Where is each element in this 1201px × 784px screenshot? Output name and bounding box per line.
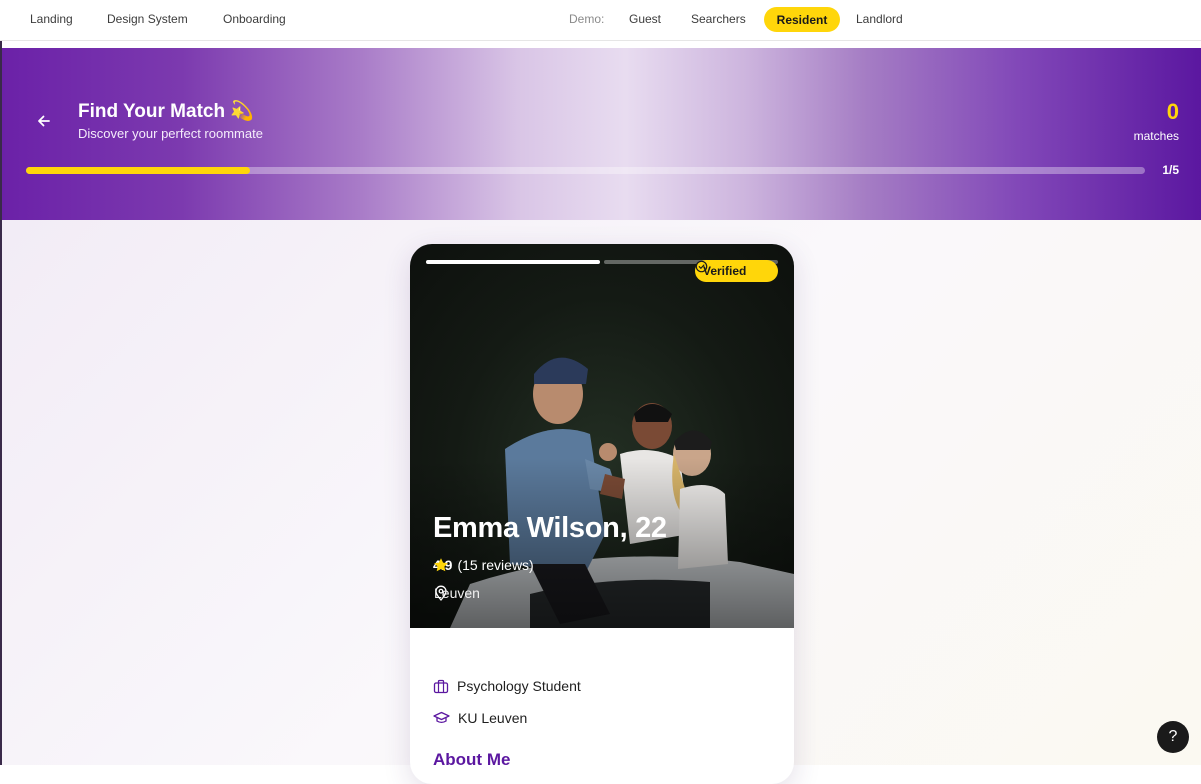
- verified-label: Verified: [703, 264, 747, 278]
- photo-indicator-active[interactable]: [426, 260, 600, 264]
- page-subtitle: Discover your perfect roommate: [78, 126, 263, 141]
- briefcase-icon: [433, 679, 449, 693]
- review-count: (15 reviews): [457, 557, 534, 573]
- progress-bar: [26, 167, 1145, 174]
- profile-name: Emma Wilson, 22: [433, 512, 667, 544]
- nav-landing[interactable]: Landing: [30, 12, 73, 26]
- nav-guest[interactable]: Guest: [629, 12, 661, 26]
- profile-photo[interactable]: Verified Emma Wilson, 22 4.9 (15 reviews…: [410, 244, 794, 628]
- back-button[interactable]: [32, 109, 56, 133]
- nav-landlord[interactable]: Landlord: [856, 12, 903, 26]
- nav-searchers[interactable]: Searchers: [691, 12, 746, 26]
- university-label: KU Leuven: [458, 710, 528, 726]
- profile-card[interactable]: Verified Emma Wilson, 22 4.9 (15 reviews…: [410, 244, 794, 784]
- match-count: 0: [1166, 99, 1179, 124]
- star-icon: [434, 558, 448, 572]
- nav-resident[interactable]: Resident: [764, 7, 840, 32]
- demo-label: Demo:: [569, 12, 605, 26]
- match-count-label: matches: [1133, 129, 1179, 143]
- page-title: Find Your Match 💫: [78, 101, 255, 122]
- help-button[interactable]: ?: [1157, 721, 1189, 753]
- location-row: Leuven: [434, 585, 480, 601]
- nav-design-system[interactable]: Design System: [107, 12, 188, 26]
- occupation-label: Psychology Student: [457, 678, 581, 694]
- occupation-row: Psychology Student: [433, 678, 581, 694]
- top-nav: Landing Design System Onboarding Demo: G…: [0, 0, 1201, 41]
- about-heading: About Me: [433, 750, 511, 769]
- map-pin-icon: [435, 585, 447, 601]
- hero-banner: Find Your Match 💫 Discover your perfect …: [2, 48, 1201, 220]
- university-row: KU Leuven: [433, 710, 527, 726]
- arrow-left-icon: [38, 115, 50, 127]
- rating-row: 4.9 (15 reviews): [433, 557, 534, 573]
- verified-badge: Verified: [695, 260, 778, 282]
- graduation-cap-icon: [433, 711, 450, 724]
- nav-onboarding[interactable]: Onboarding: [223, 12, 286, 26]
- progress-bar-fill: [26, 167, 250, 174]
- check-circle-icon: [695, 260, 708, 273]
- progress-counter: 1/5: [1162, 163, 1179, 177]
